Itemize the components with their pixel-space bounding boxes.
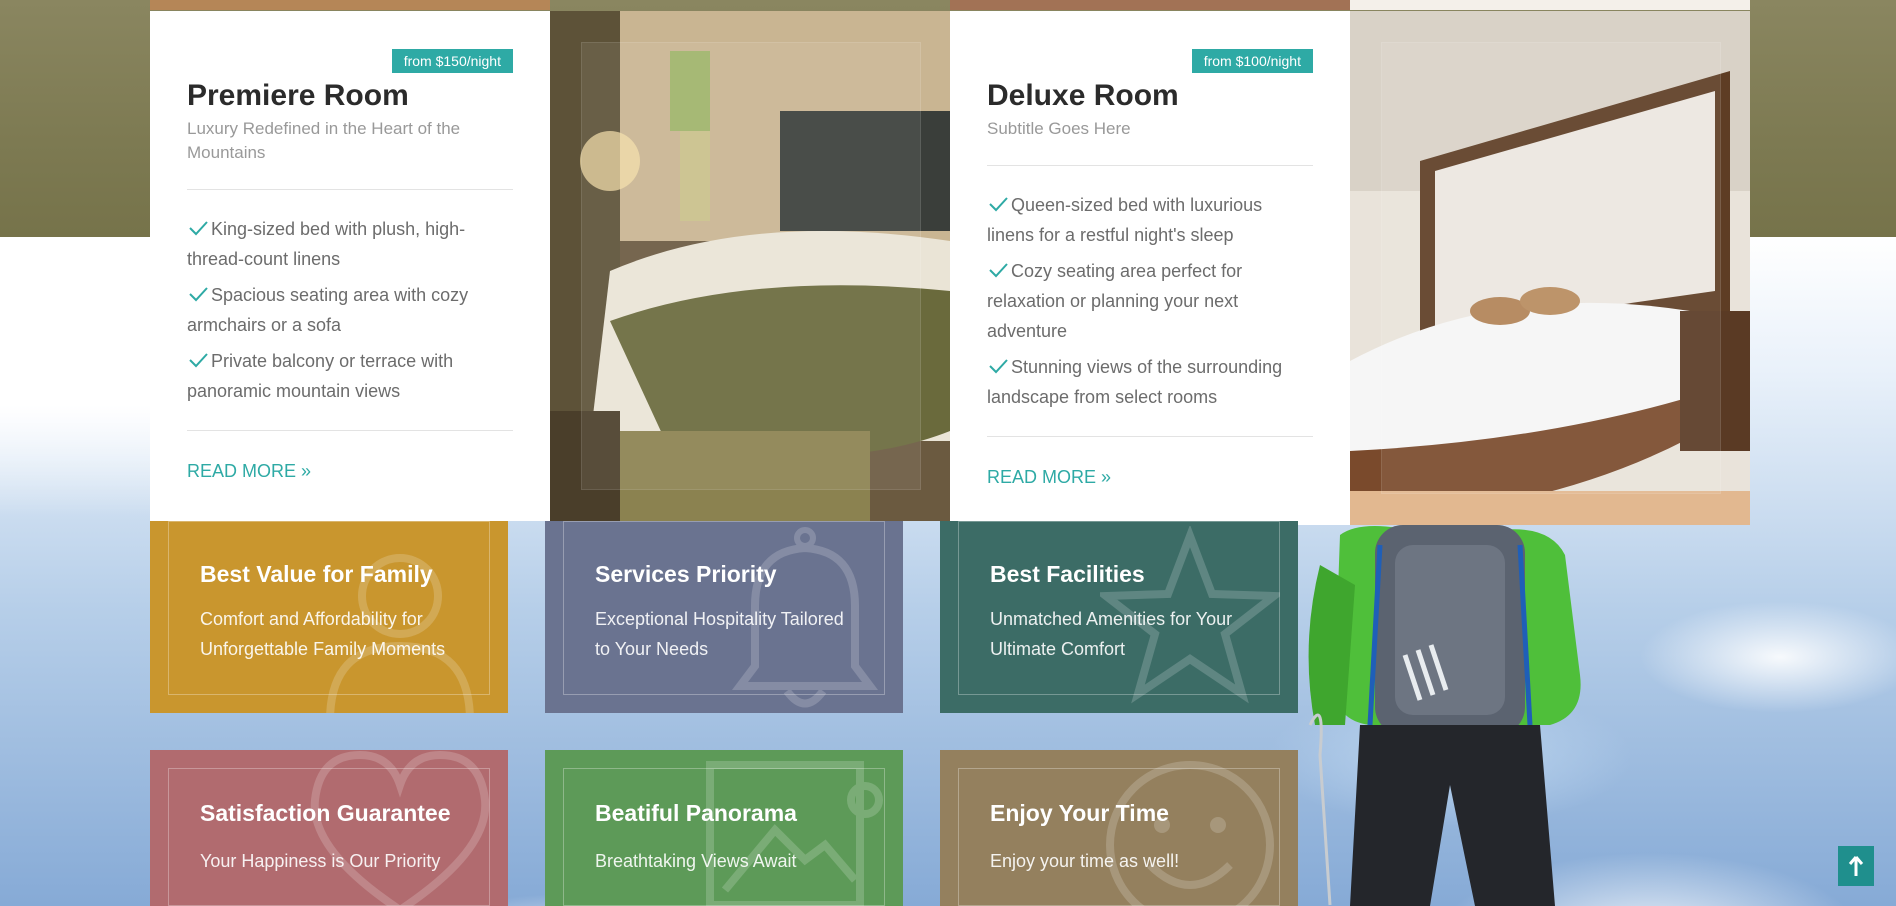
- room-subtitle: Luxury Redefined in the Heart of the Mou…: [187, 119, 461, 162]
- feature-tile-facilities[interactable]: Best Facilities Unmatched Amenities for …: [940, 521, 1298, 713]
- price-badge: from $150/night: [391, 49, 513, 73]
- feature-text: Stunning views of the surrounding landsc…: [987, 357, 1283, 407]
- feature-item: King-sized bed with plush, high-thread-c…: [187, 214, 513, 274]
- divider: [987, 436, 1313, 437]
- divider: [187, 189, 513, 190]
- arrow-up-icon: [1848, 856, 1864, 876]
- room-title: Premiere Room: [187, 79, 409, 112]
- feature-text: Cozy seating area perfect for relaxation…: [987, 261, 1243, 341]
- check-icon: [189, 353, 208, 368]
- feature-text: King-sized bed with plush, high-thread-c…: [187, 219, 466, 269]
- image-strip: [950, 0, 1350, 10]
- read-more-link[interactable]: READ MORE »: [187, 461, 311, 482]
- tile-text: Comfort and Affordability for Unforgetta…: [200, 609, 446, 659]
- tile-text: Exceptional Hospitality Tailored to Your…: [595, 609, 844, 659]
- scroll-to-top-button[interactable]: [1838, 846, 1874, 886]
- feature-item: Queen-sized bed with luxurious linens fo…: [987, 190, 1313, 250]
- feature-text: Spacious seating area with cozy armchair…: [187, 285, 469, 335]
- tile-title: Enjoy Your Time: [990, 800, 1169, 826]
- photo-frame-overlay: [581, 42, 921, 490]
- tile-text: Your Happiness is Our Priority: [200, 851, 441, 871]
- feature-list: King-sized bed with plush, high-thread-c…: [187, 214, 513, 406]
- feature-item: Stunning views of the surrounding landsc…: [987, 352, 1313, 412]
- room-card-deluxe: from $100/night Deluxe Room Subtitle Goe…: [950, 11, 1350, 525]
- heart-icon: [310, 750, 490, 906]
- feature-tile-panorama[interactable]: Beatiful Panorama Breathtaking Views Awa…: [545, 750, 903, 906]
- feature-item: Private balcony or terrace with panorami…: [187, 346, 513, 406]
- feature-item: Cozy seating area perfect for relaxation…: [987, 256, 1313, 346]
- tile-text: Breathtaking Views Await: [595, 851, 797, 871]
- feature-tile-satisfaction[interactable]: Satisfaction Guarantee Your Happiness is…: [150, 750, 508, 906]
- feature-item: Spacious seating area with cozy armchair…: [187, 280, 513, 340]
- room-title: Deluxe Room: [987, 79, 1179, 112]
- tile-title: Best Value for Family: [200, 561, 433, 587]
- tile-title: Satisfaction Guarantee: [200, 800, 451, 826]
- check-icon: [989, 197, 1008, 212]
- image-strip: [150, 0, 550, 10]
- smile-icon: [1106, 761, 1274, 906]
- feature-tile-services[interactable]: Services Priority Exceptional Hospitalit…: [545, 521, 903, 713]
- feature-tile-family[interactable]: Best Value for Family Comfort and Afford…: [150, 521, 508, 713]
- room-subtitle: Subtitle Goes Here: [987, 119, 1131, 138]
- picture-icon: [706, 761, 883, 906]
- feature-text: Queen-sized bed with luxurious linens fo…: [987, 195, 1263, 245]
- price-badge: from $100/night: [1191, 49, 1313, 73]
- deluxe-room-photo: [1350, 11, 1750, 525]
- feature-tile-enjoy[interactable]: Enjoy Your Time Enjoy your time as well!: [940, 750, 1298, 906]
- hiker-image: [1308, 525, 1581, 906]
- check-icon: [989, 263, 1008, 278]
- tile-title: Best Facilities: [990, 561, 1145, 587]
- read-more-link[interactable]: READ MORE »: [987, 467, 1111, 488]
- check-icon: [189, 221, 208, 236]
- room-card-premiere: from $150/night Premiere Room Luxury Red…: [150, 11, 550, 521]
- image-strip: [1350, 0, 1750, 10]
- divider: [187, 430, 513, 431]
- divider: [987, 165, 1313, 166]
- check-icon: [189, 287, 208, 302]
- tile-text: Unmatched Amenities for Your Ultimate Co…: [990, 609, 1233, 659]
- feature-list: Queen-sized bed with luxurious linens fo…: [987, 190, 1313, 412]
- photo-frame-overlay: [1381, 42, 1721, 494]
- tile-text: Enjoy your time as well!: [990, 851, 1180, 871]
- feature-text: Private balcony or terrace with panorami…: [187, 351, 454, 401]
- tile-title: Beatiful Panorama: [595, 800, 797, 826]
- tile-title: Services Priority: [595, 561, 777, 587]
- premiere-room-photo: [550, 11, 950, 521]
- check-icon: [989, 359, 1008, 374]
